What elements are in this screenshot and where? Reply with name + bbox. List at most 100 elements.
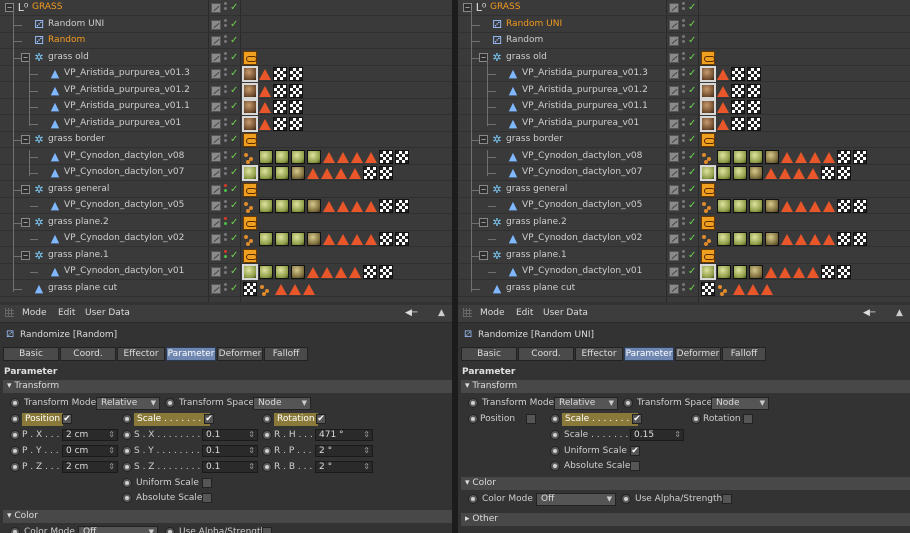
texture-tag-icon[interactable]: [837, 199, 851, 213]
phong-tag-icon[interactable]: [793, 266, 805, 278]
color-mode-dropdown[interactable]: Off: [78, 526, 158, 533]
cloner-tag-icon[interactable]: [701, 51, 715, 65]
layer-icon[interactable]: [669, 152, 679, 162]
selection-tag-icon[interactable]: [701, 199, 715, 213]
object-name[interactable]: VP_Cynodon_dactylon_v05: [522, 200, 642, 210]
layer-icon[interactable]: [669, 3, 679, 13]
object-row[interactable]: ⚂ Random ✓: [458, 33, 910, 49]
keyframe-radio[interactable]: [262, 414, 272, 424]
alpha-checkbox[interactable]: [722, 494, 732, 504]
rb-field[interactable]: 2 °: [315, 461, 373, 473]
phong-tag-icon[interactable]: [809, 233, 821, 245]
cloner-tag-icon[interactable]: [243, 133, 257, 147]
phong-tag-icon[interactable]: [275, 283, 287, 295]
pz-field[interactable]: 2 cm: [62, 461, 118, 473]
keyframe-radio[interactable]: [623, 398, 633, 408]
layer-icon[interactable]: [211, 185, 221, 195]
enabled-check-icon[interactable]: ✓: [230, 199, 238, 213]
phong-tag-icon[interactable]: [717, 85, 729, 97]
object-name[interactable]: grass border: [48, 134, 105, 144]
texture-tag-icon[interactable]: [363, 265, 377, 279]
material-tag-icon[interactable]: [259, 265, 273, 279]
collapse-toggle[interactable]: −: [479, 135, 488, 144]
keyframe-radio[interactable]: [691, 414, 701, 424]
object-name[interactable]: VP_Cynodon_dactylon_v07: [64, 167, 184, 177]
px-field[interactable]: 2 cm: [62, 429, 118, 441]
scale-checkbox[interactable]: [632, 414, 642, 424]
scale-value-field[interactable]: 0.15: [630, 429, 684, 441]
texture-tag-icon[interactable]: [853, 232, 867, 246]
position-checkbox[interactable]: [526, 414, 536, 424]
visibility-dots[interactable]: [682, 68, 686, 80]
material-tag-icon[interactable]: [749, 166, 763, 180]
keyframe-radio[interactable]: [10, 527, 20, 533]
object-row[interactable]: ⚂ Random UNI ✓: [0, 17, 452, 33]
layer-icon[interactable]: [669, 119, 679, 129]
material-tag-icon[interactable]: [291, 150, 305, 164]
enabled-check-icon[interactable]: ✓: [230, 183, 238, 197]
cloner-tag-icon[interactable]: [243, 249, 257, 263]
enabled-check-icon[interactable]: ✓: [688, 133, 696, 147]
material-tag-icon[interactable]: [259, 199, 273, 213]
enabled-check-icon[interactable]: ✓: [230, 84, 238, 98]
phong-tag-icon[interactable]: [337, 200, 349, 212]
layer-icon[interactable]: [211, 284, 221, 294]
menu-edit[interactable]: Edit: [58, 308, 75, 318]
phong-tag-icon[interactable]: [809, 200, 821, 212]
texture-tag-icon[interactable]: [273, 100, 287, 114]
object-name[interactable]: grass general: [506, 184, 567, 194]
object-row[interactable]: ▲ VP_Aristida_purpurea_v01.1 ✓: [458, 99, 910, 115]
menu-mode[interactable]: Mode: [22, 308, 47, 318]
cloner-tag-icon[interactable]: [701, 183, 715, 197]
texture-tag-icon[interactable]: [379, 265, 393, 279]
object-name[interactable]: VP_Aristida_purpurea_v01.3: [64, 68, 190, 78]
material-tag-icon[interactable]: [291, 166, 305, 180]
visibility-dots[interactable]: [224, 19, 228, 31]
layer-icon[interactable]: [669, 53, 679, 63]
material-tag-icon[interactable]: [717, 199, 731, 213]
group-header-transform[interactable]: ▾ Transform: [461, 380, 910, 393]
phong-tag-icon[interactable]: [747, 283, 759, 295]
tab-coord[interactable]: Coord.: [60, 347, 116, 361]
tab-parameter[interactable]: Parameter: [166, 347, 216, 361]
visibility-dots[interactable]: [682, 184, 686, 196]
material-tag-icon[interactable]: [733, 166, 747, 180]
layer-icon[interactable]: [211, 218, 221, 228]
visibility-dots[interactable]: [224, 68, 228, 80]
enabled-check-icon[interactable]: ✓: [688, 183, 696, 197]
object-name[interactable]: grass plane.1: [506, 250, 567, 260]
texture-tag-icon[interactable]: [395, 199, 409, 213]
texture-tag-icon[interactable]: [747, 67, 761, 81]
texture-tag-icon[interactable]: [731, 100, 745, 114]
enabled-check-icon[interactable]: ✓: [688, 249, 696, 263]
tab-effector[interactable]: Effector: [575, 347, 623, 361]
phong-tag-icon[interactable]: [781, 151, 793, 163]
texture-tag-icon[interactable]: [821, 265, 835, 279]
material-tag-icon[interactable]: [700, 66, 716, 82]
collapse-toggle[interactable]: −: [21, 218, 30, 227]
texture-tag-icon[interactable]: [289, 100, 303, 114]
material-tag-icon[interactable]: [700, 83, 716, 99]
phong-tag-icon[interactable]: [335, 167, 347, 179]
transform-mode-dropdown[interactable]: Relative: [96, 397, 160, 410]
menu-user-data[interactable]: User Data: [543, 308, 588, 318]
object-row[interactable]: ▲ VP_Cynodon_dactylon_v01 ✓: [458, 264, 910, 280]
layer-icon[interactable]: [211, 234, 221, 244]
keyframe-radio[interactable]: [468, 494, 478, 504]
material-tag-icon[interactable]: [733, 150, 747, 164]
tab-coord[interactable]: Coord.: [518, 347, 574, 361]
keyframe-radio[interactable]: [468, 414, 478, 424]
selection-tag-icon[interactable]: [243, 199, 257, 213]
material-tag-icon[interactable]: [259, 166, 273, 180]
layer-icon[interactable]: [211, 168, 221, 178]
phong-tag-icon[interactable]: [365, 151, 377, 163]
group-header-color[interactable]: ▾ Color: [461, 477, 910, 490]
visibility-dots[interactable]: [682, 134, 686, 146]
texture-tag-icon[interactable]: [395, 150, 409, 164]
object-row[interactable]: ▲ grass plane cut ✓: [458, 281, 910, 297]
color-mode-dropdown[interactable]: Off: [536, 493, 616, 506]
texture-tag-icon[interactable]: [273, 67, 287, 81]
texture-tag-icon[interactable]: [273, 84, 287, 98]
layer-icon[interactable]: [211, 3, 221, 13]
alpha-checkbox[interactable]: [262, 527, 272, 533]
